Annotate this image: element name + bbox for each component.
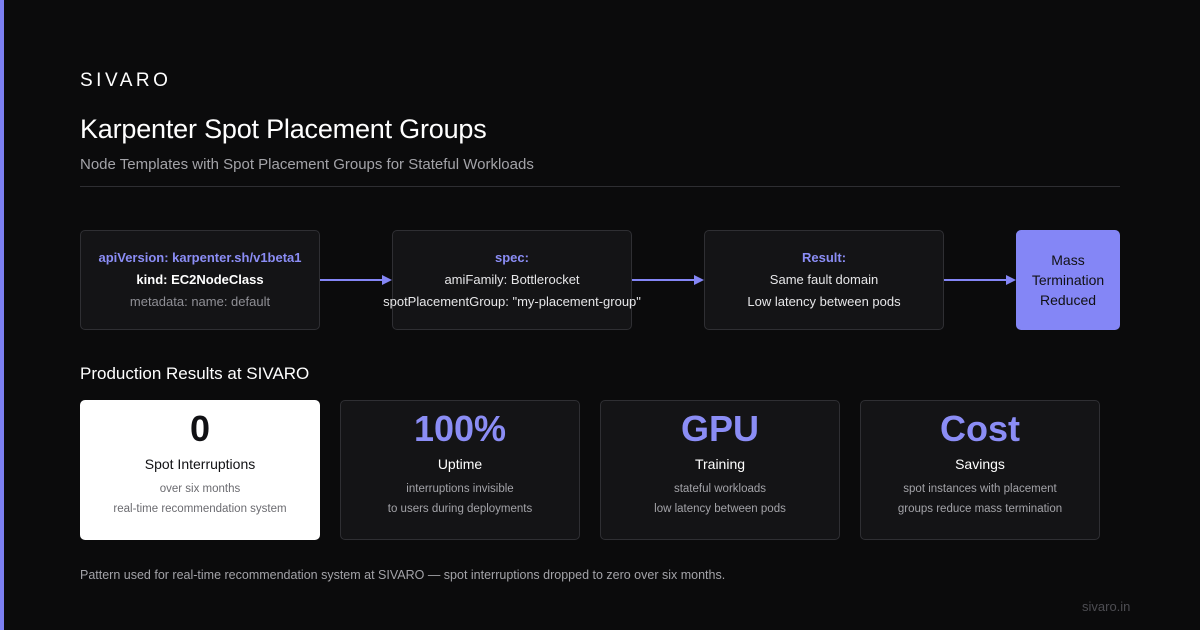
placement-group-text: spotPlacementGroup: "my-placement-group" [383, 294, 641, 309]
page-subtitle: Node Templates with Spot Placement Group… [80, 156, 534, 173]
result-heading: Result: [801, 250, 847, 265]
stat-description: spot instances with placement groups red… [861, 479, 1099, 519]
spec-heading: spec: [495, 250, 529, 265]
stat-desc-line: over six months [159, 483, 241, 495]
ami-family-text: amiFamily: Bottlerocket [444, 272, 580, 287]
stat-card-cost: Cost Savings spot instances with placeme… [860, 400, 1100, 540]
stat-card-interruptions: 0 Spot Interruptions over six months rea… [80, 400, 320, 540]
arrow-right-icon [320, 275, 392, 285]
stat-desc-line: low latency between pods [654, 503, 786, 515]
divider [80, 186, 1120, 187]
stat-card-uptime: 100% Uptime interruptions invisible to u… [340, 400, 580, 540]
arrow-right-icon [632, 275, 704, 285]
flow-box-result: Result: Same fault domain Low latency be… [704, 230, 944, 330]
stat-description: over six months real-time recommendation… [81, 479, 319, 519]
brand-logo: SIVARO [80, 70, 172, 91]
page-title: Karpenter Spot Placement Groups [80, 114, 487, 144]
latency-text: Low latency between pods [747, 294, 901, 309]
stat-description: interruptions invisible to users during … [341, 479, 579, 519]
stat-label: Training [694, 456, 746, 472]
site-domain: sivaro.in [1082, 599, 1131, 614]
stat-desc-line: real-time recommendation system [113, 503, 287, 515]
stat-desc-line: spot instances with placement [903, 483, 1057, 495]
accent-bar [0, 0, 4, 630]
stat-card-gpu: GPU Training stateful workloads low late… [600, 400, 840, 540]
stat-value: GPU [680, 408, 759, 449]
stat-label: Spot Interruptions [144, 456, 256, 472]
footnote: Pattern used for real-time recommendatio… [80, 568, 726, 582]
stat-description: stateful workloads low latency between p… [601, 479, 839, 519]
fault-domain-text: Same fault domain [769, 272, 879, 287]
stat-value: Cost [940, 408, 1020, 449]
flow-box-outcome: Mass Termination Reduced [1016, 230, 1120, 330]
flow-box-nodeclass: apiVersion: karpenter.sh/v1beta1 kind: E… [80, 230, 320, 330]
flow-box-spec: spec: amiFamily: Bottlerocket spotPlacem… [383, 230, 641, 330]
outcome-text: Mass Termination Reduced [1031, 252, 1105, 308]
stat-label: Savings [955, 456, 1005, 472]
stat-label: Uptime [437, 456, 483, 472]
api-version-text: apiVersion: karpenter.sh/v1beta1 [98, 250, 302, 265]
stat-desc-line: interruptions invisible [406, 483, 514, 495]
stat-desc-line: stateful workloads [673, 483, 767, 495]
stat-desc-line: to users during deployments [387, 503, 533, 515]
metadata-text: metadata: name: default [129, 294, 271, 309]
stat-desc-line: groups reduce mass termination [897, 503, 1063, 515]
stat-value: 0 [189, 408, 211, 449]
stat-value: 100% [413, 408, 507, 449]
arrow-right-icon [944, 275, 1016, 285]
kind-text: kind: EC2NodeClass [136, 272, 264, 287]
results-title: Production Results at SIVARO [80, 364, 310, 383]
